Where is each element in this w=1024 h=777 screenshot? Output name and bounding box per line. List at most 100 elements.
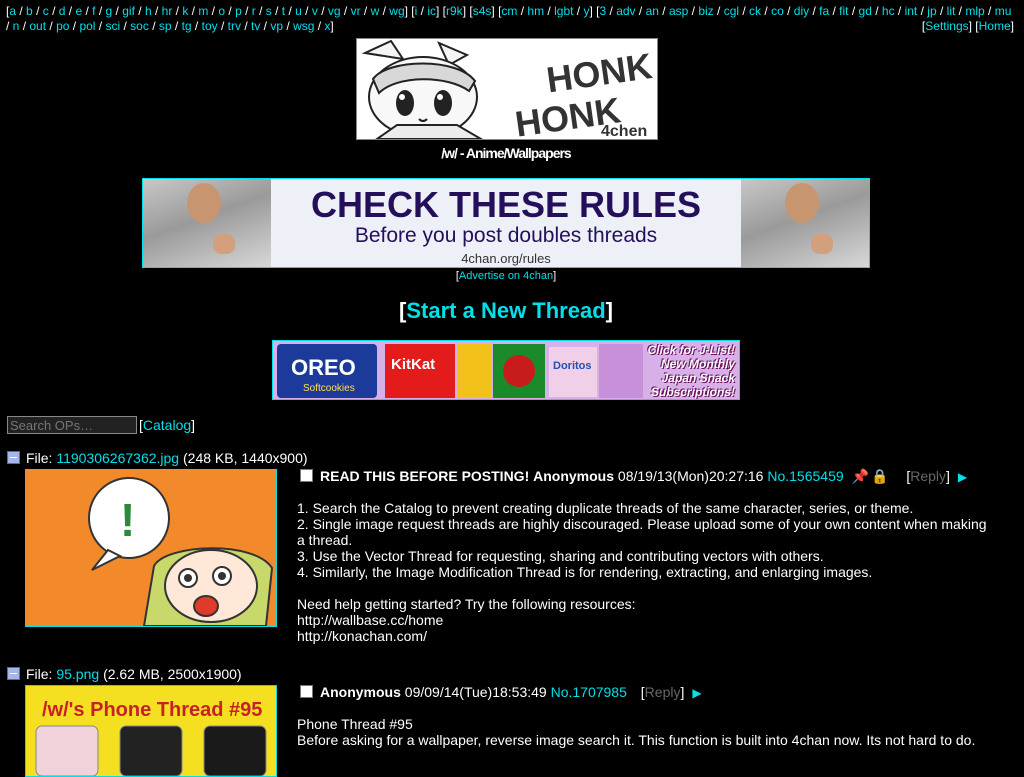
board-link-soc[interactable]: soc: [130, 19, 149, 33]
thread-op-1: File: 1190306267362.jpg (248 KB, 1440x90…: [7, 450, 1007, 650]
board-link-asp[interactable]: asp: [669, 4, 688, 18]
board-link-hm[interactable]: hm: [527, 4, 544, 18]
board-link-wg[interactable]: wg: [389, 4, 404, 18]
board-link-hc[interactable]: hc: [882, 4, 895, 18]
file-meta: (2.62 MB, 2500x1900): [103, 666, 242, 682]
file-meta: (248 KB, 1440x900): [183, 450, 308, 466]
post-body-line: 1. Search the Catalog to prevent creatin…: [297, 500, 914, 516]
board-link-p[interactable]: p: [235, 4, 242, 18]
board-title: /w/ - Anime/Wallpapers: [441, 145, 571, 161]
board-link-m[interactable]: m: [198, 4, 208, 18]
post-body: Phone Thread #95 Before asking for a wall…: [297, 716, 987, 748]
board-link-gif[interactable]: gif: [122, 4, 135, 18]
oreo-text: OREO: [291, 355, 356, 380]
board-link-gd[interactable]: gd: [859, 4, 872, 18]
post-checkbox[interactable]: [300, 685, 313, 698]
rules-ad-subheading: Before you post doubles threads: [354, 224, 658, 247]
start-new-thread-link[interactable]: Start a New Thread: [406, 298, 605, 323]
board-link-fa[interactable]: fa: [819, 4, 829, 18]
board-link-adv[interactable]: adv: [616, 4, 635, 18]
board-banner-image[interactable]: HONK HONK 4chen: [356, 38, 658, 140]
post-body-line: http://wallbase.cc/home: [297, 612, 444, 628]
board-link-int[interactable]: int: [905, 4, 918, 18]
thread-thumbnail[interactable]: /w/'s Phone Thread #95: [25, 685, 277, 777]
post-info: READ THIS BEFORE POSTING! Anonymous 08/1…: [300, 468, 967, 485]
banner-4chen: 4chen: [601, 123, 647, 139]
post-checkbox[interactable]: [300, 469, 313, 482]
board-link-s4s[interactable]: s4s: [473, 4, 492, 18]
poster-name: Anonymous: [320, 684, 401, 700]
board-link-ck[interactable]: ck: [749, 4, 761, 18]
board-link-b[interactable]: b: [26, 4, 33, 18]
board-link-hr[interactable]: hr: [162, 4, 173, 18]
file-link[interactable]: 95.png: [56, 666, 99, 682]
board-link-vp[interactable]: vp: [270, 19, 283, 33]
board-link-h[interactable]: h: [145, 4, 152, 18]
reply-link[interactable]: Reply: [910, 468, 946, 484]
catalog-link[interactable]: Catalog: [143, 417, 191, 433]
board-link-cgl[interactable]: cgl: [724, 4, 739, 18]
board-navigation: [a / b / c / d / e / f / g / gif / h / h…: [6, 4, 1014, 34]
post-body-line: [297, 580, 987, 596]
post-number-link[interactable]: No.1707985: [551, 684, 627, 700]
board-link-sci[interactable]: sci: [105, 19, 120, 33]
post-info: Anonymous 09/09/14(Tue)18:53:49 No.17079…: [300, 684, 702, 700]
board-link-wsg[interactable]: wsg: [293, 19, 314, 33]
yotsuba-thumbnail-art: !: [26, 470, 276, 626]
file-info: File: 1190306267362.jpg (248 KB, 1440x90…: [7, 450, 308, 466]
settings-link[interactable]: Settings: [925, 19, 968, 33]
post-menu-arrow-icon[interactable]: ▶: [958, 470, 967, 484]
oreo-softcookies-text: Softcookies: [303, 383, 355, 394]
board-link-co[interactable]: co: [771, 4, 784, 18]
board-link-tv[interactable]: tv: [251, 19, 260, 33]
post-subject: READ THIS BEFORE POSTING!: [320, 468, 530, 484]
board-link-vg[interactable]: vg: [328, 4, 341, 18]
board-link-cm[interactable]: cm: [501, 4, 517, 18]
post-body-line: 2. Single image request threads are high…: [297, 516, 987, 548]
rules-ad-heading: CHECK THESE RULES: [310, 184, 702, 225]
board-link-diy[interactable]: diy: [794, 4, 809, 18]
board-link-r9k[interactable]: r9k: [446, 4, 463, 18]
locked-icon: 🔒: [870, 468, 889, 484]
hide-thread-icon[interactable]: [7, 667, 20, 680]
reply-wrap: [Reply]: [640, 684, 685, 700]
advertise-link[interactable]: Advertise on 4chan: [459, 270, 553, 282]
honk-banner-art: HONK HONK 4chen: [357, 39, 657, 139]
thumb-exclamation: !: [120, 494, 135, 546]
board-link-po[interactable]: po: [56, 19, 69, 33]
thread-op-2: File: 95.png (2.62 MB, 2500x1900) /w/'s …: [7, 666, 1007, 777]
board-links: [a / b / c / d / e / f / g / gif / h / h…: [6, 4, 1012, 33]
board-link-toy[interactable]: toy: [202, 19, 218, 33]
post-menu-arrow-icon[interactable]: ▶: [692, 686, 701, 700]
board-link-ic[interactable]: ic: [427, 4, 436, 18]
reply-link[interactable]: Reply: [645, 684, 681, 700]
hide-thread-icon[interactable]: [7, 451, 20, 464]
board-link-mu[interactable]: mu: [995, 4, 1012, 18]
post-number-link[interactable]: No.1565459: [767, 468, 843, 484]
board-link-mlp[interactable]: mlp: [965, 4, 984, 18]
post-body: 1. Search the Catalog to prevent creatin…: [297, 500, 987, 644]
board-link-tg[interactable]: tg: [182, 19, 192, 33]
board-link-vr[interactable]: vr: [351, 4, 361, 18]
board-link-pol[interactable]: pol: [79, 19, 95, 33]
board-link-trv[interactable]: trv: [228, 19, 241, 33]
board-link-jp[interactable]: jp: [927, 4, 936, 18]
board-link-u[interactable]: u: [295, 4, 302, 18]
file-info: File: 95.png (2.62 MB, 2500x1900): [7, 666, 242, 682]
rules-ad-url: 4chan.org/rules: [461, 251, 551, 266]
search-ops-input[interactable]: [7, 416, 137, 434]
board-link-biz[interactable]: biz: [698, 4, 713, 18]
board-link-lgbt[interactable]: lgbt: [554, 4, 573, 18]
post-datetime: 09/09/14(Tue)18:53:49: [404, 684, 547, 700]
board-link-sp[interactable]: sp: [159, 19, 172, 33]
file-link[interactable]: 1190306267362.jpg: [56, 450, 179, 466]
thread-thumbnail[interactable]: !: [25, 469, 277, 627]
board-link-an[interactable]: an: [646, 4, 659, 18]
board-link-out[interactable]: out: [29, 19, 46, 33]
home-link[interactable]: Home: [979, 19, 1011, 33]
jlist-snack-ad[interactable]: OREO Softcookies KitKat Doritos Click fo…: [272, 340, 740, 400]
board-link-w[interactable]: w: [371, 4, 380, 18]
board-link-fit[interactable]: fit: [839, 4, 848, 18]
post-body-line: Before asking for a wallpaper, reverse i…: [297, 732, 976, 748]
rules-ad-banner[interactable]: CHECK THESE RULES Before you post double…: [142, 178, 870, 268]
